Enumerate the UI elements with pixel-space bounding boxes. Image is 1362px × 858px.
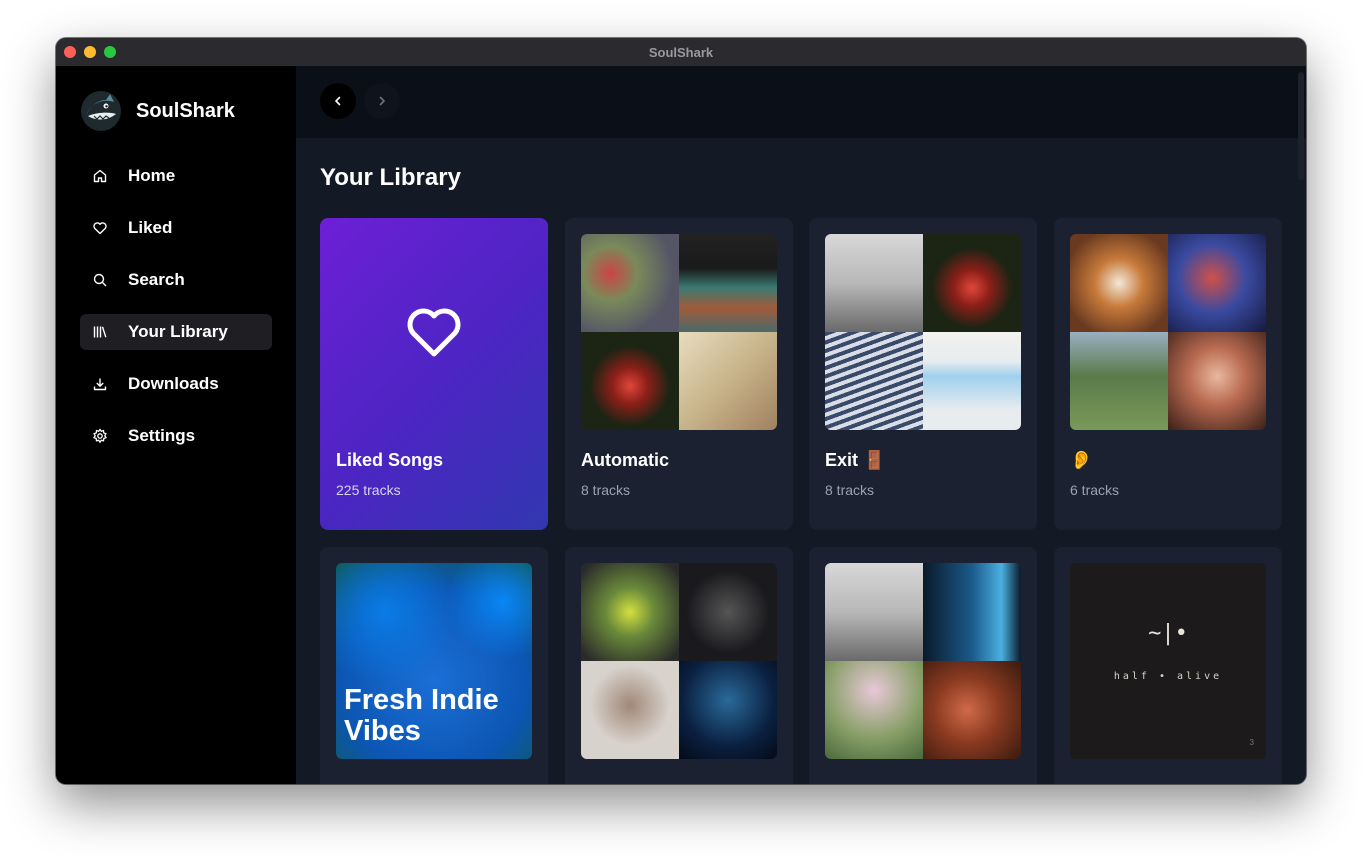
card-track-count: 8 tracks [581, 482, 631, 498]
window-title: SoulShark [648, 44, 714, 60]
sidebar-item-search[interactable]: Search [80, 262, 272, 298]
heart-icon [92, 220, 108, 236]
playlist-card[interactable] [809, 547, 1037, 784]
app-name: SoulShark [136, 99, 235, 122]
card-track-count: 6 tracks [1070, 482, 1120, 498]
sidebar-item-label: Liked [128, 218, 173, 237]
sidebar-item-label: Search [128, 270, 185, 289]
forward-button[interactable] [364, 83, 400, 119]
album-cover [1168, 332, 1266, 430]
search-icon [92, 272, 108, 288]
cover-text: Fresh Indie Vibes [344, 684, 499, 747]
download-icon [92, 376, 108, 392]
sidebar-item-label: Settings [128, 426, 196, 445]
cover-number: 3 [1249, 738, 1254, 747]
maximize-window-button[interactable] [104, 46, 116, 58]
cover-symbol: ~|• [1148, 621, 1188, 646]
playlist-cover-mosaic [581, 234, 777, 430]
album-cover [1070, 332, 1168, 430]
album-cover [679, 563, 777, 661]
sidebar-item-label: Home [128, 166, 176, 185]
playlist-card[interactable] [565, 547, 793, 784]
minimize-window-button[interactable] [84, 46, 96, 58]
playlist-card[interactable]: 👂 6 tracks [1054, 218, 1282, 530]
chevron-right-icon [379, 96, 385, 106]
album-cover [923, 563, 1021, 661]
album-cover [825, 563, 923, 661]
sidebar-item-home[interactable]: Home [80, 158, 272, 194]
album-cover [825, 661, 923, 759]
sidebar-item-label: Downloads [128, 374, 219, 393]
album-cover [581, 563, 679, 661]
sidebar-item-your-library[interactable]: Your Library [80, 314, 272, 350]
scrollbar[interactable] [1298, 72, 1304, 180]
top-bar [296, 66, 1306, 138]
chevron-left-icon [335, 96, 341, 106]
album-cover [679, 234, 777, 332]
card-title: Exit 🚪 [825, 450, 886, 470]
playlist-card[interactable]: Exit 🚪 8 tracks [809, 218, 1037, 530]
shark-logo-icon [81, 91, 121, 131]
sidebar-item-liked[interactable]: Liked [80, 210, 272, 246]
library-icon [92, 324, 108, 340]
album-cover [581, 234, 679, 332]
brand[interactable]: SoulShark [80, 90, 235, 132]
album-cover [581, 661, 679, 759]
album-cover [1168, 234, 1266, 332]
gear-icon [92, 428, 108, 444]
album-cover [923, 661, 1021, 759]
card-title: Automatic [581, 450, 670, 470]
window-controls [64, 46, 116, 58]
album-cover [923, 234, 1021, 332]
card-title: Liked Songs [336, 450, 444, 470]
album-cover [581, 332, 679, 430]
card-track-count: 8 tracks [825, 482, 875, 498]
playlist-card[interactable]: ~|• half • alive 3 [1054, 547, 1282, 784]
sidebar-item-settings[interactable]: Settings [80, 418, 272, 454]
back-button[interactable] [320, 83, 356, 119]
playlist-card-liked-songs[interactable]: Liked Songs 225 tracks [320, 218, 548, 530]
heart-icon [407, 308, 461, 357]
playlist-cover-mosaic [825, 234, 1021, 430]
app-window: SoulShark SoulShark Home Liked Search Yo… [56, 38, 1306, 784]
sidebar-nav: Home Liked Search Your Library Downloads… [80, 158, 272, 470]
playlist-cover: Fresh Indie Vibes [336, 563, 532, 759]
album-cover [679, 661, 777, 759]
album-cover [1070, 234, 1168, 332]
playlist-cover-mosaic [1070, 234, 1266, 430]
album-cover [825, 332, 923, 430]
playlist-cover: ~|• half • alive 3 [1070, 563, 1266, 759]
sidebar-item-downloads[interactable]: Downloads [80, 366, 272, 402]
playlist-card[interactable]: Automatic 8 tracks [565, 218, 793, 530]
album-cover [679, 332, 777, 430]
main-content: Your Library Liked Songs 225 tracks Auto… [296, 66, 1306, 784]
card-title: 👂 [1070, 450, 1093, 470]
home-icon [92, 168, 108, 184]
sidebar: SoulShark Home Liked Search Your Library… [56, 66, 296, 784]
album-cover [923, 332, 1021, 430]
album-cover [825, 234, 923, 332]
title-bar: SoulShark [56, 38, 1306, 66]
cover-text: half • alive [1113, 671, 1223, 682]
playlist-cover-mosaic [825, 563, 1021, 759]
close-window-button[interactable] [64, 46, 76, 58]
sidebar-item-label: Your Library [128, 322, 228, 341]
playlist-card[interactable]: Fresh Indie Vibes [320, 547, 548, 784]
page-title: Your Library [320, 164, 461, 191]
playlist-cover-mosaic [581, 563, 777, 759]
card-track-count: 225 tracks [336, 482, 401, 498]
